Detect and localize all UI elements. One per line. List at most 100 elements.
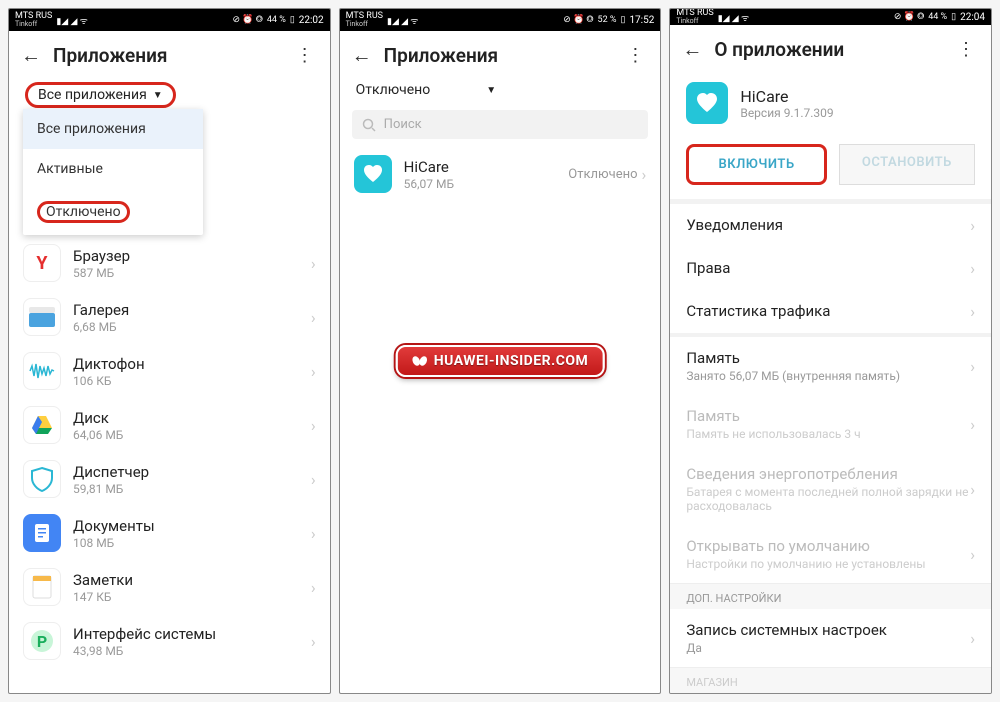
more-icon[interactable]: ⋮: [953, 39, 979, 60]
app-row[interactable]: Диспетчер59,81 МБ ›: [9, 452, 330, 506]
battery-icon: ▯: [620, 15, 625, 25]
status-right-icons: ⊘ ⏰ ⭗: [894, 12, 924, 22]
huawei-logo-icon: [412, 353, 428, 369]
filter-dropdown-trigger[interactable]: Отключено ▼: [340, 78, 661, 106]
svg-text:P: P: [37, 632, 47, 651]
screen-app-info: MTS RUS Tinkoff ▮◢ ◢ ᯤ ⊘ ⏰ ⭗ 44 % ▯ 22:0…: [669, 8, 992, 694]
status-right-icons: ⊘ ⏰ ⭗: [233, 15, 263, 25]
battery-pct: 52 %: [598, 15, 617, 25]
app-row[interactable]: Галерея6,68 МБ ›: [9, 290, 330, 344]
app-row[interactable]: Диктофон106 КБ ›: [9, 344, 330, 398]
chevron-right-icon: ›: [970, 415, 975, 434]
app-header: ← Приложения ⋮: [9, 31, 330, 78]
status-bar: MTS RUS Tinkoff ▮◢ ◢ ᯤ ⊘ ⏰ ⭗ 44 % ▯ 22:0…: [670, 9, 991, 25]
chevron-right-icon: ›: [970, 357, 975, 376]
action-buttons: ВКЛЮЧИТЬ ОСТАНОВИТЬ: [670, 134, 991, 199]
watermark: HUAWEI-INSIDER.COM: [396, 345, 605, 377]
chevron-right-icon: ›: [311, 470, 316, 489]
row-system-settings[interactable]: Запись системных настроекДа ›: [670, 609, 991, 667]
clock: 22:04: [960, 12, 985, 23]
filter-dropdown: Все приложения Активные Отключено: [23, 109, 203, 235]
page-title: Приложения: [53, 44, 280, 67]
chevron-right-icon: ›: [970, 216, 975, 235]
more-icon[interactable]: ⋮: [622, 45, 648, 66]
search-placeholder: Поиск: [384, 117, 422, 132]
back-icon[interactable]: ←: [21, 43, 41, 68]
drive-icon: [30, 414, 54, 436]
carrier-2: Tinkoff: [676, 18, 713, 25]
shield-icon: [30, 466, 54, 492]
back-icon[interactable]: ←: [682, 37, 702, 62]
status-bar: MTS RUS Tinkoff ▮◢ ◢ ᯤ ⊘ ⏰ ⭗ 52 % ▯ 17:5…: [340, 9, 661, 31]
screen-disabled-apps: MTS RUS Tinkoff ▮◢ ◢ ᯤ ⊘ ⏰ ⭗ 52 % ▯ 17:5…: [339, 8, 662, 694]
row-memory: ПамятьПамять не использовалась 3 ч ›: [670, 395, 991, 453]
dropdown-item-active[interactable]: Активные: [23, 149, 203, 189]
chevron-down-icon: ▼: [153, 90, 163, 101]
app-row[interactable]: P Интерфейс системы43,98 МБ ›: [9, 614, 330, 668]
battery-pct: 44 %: [267, 15, 286, 25]
note-icon: [31, 574, 53, 600]
app-name: HiCare: [740, 87, 833, 106]
chevron-right-icon: ›: [311, 254, 316, 273]
app-header: ← Приложения ⋮: [340, 31, 661, 78]
chevron-right-icon: ›: [970, 302, 975, 321]
app-header: ← О приложении ⋮: [670, 25, 991, 72]
page-title: О приложении: [714, 38, 941, 61]
filter-label: Отключено: [356, 82, 431, 98]
android-p-icon: P: [29, 628, 55, 654]
app-row[interactable]: Документы108 МБ ›: [9, 506, 330, 560]
stop-button[interactable]: ОСТАНОВИТЬ: [839, 144, 975, 185]
clock: 22:02: [299, 15, 324, 26]
battery-icon: ▯: [290, 15, 295, 25]
search-icon: [362, 118, 376, 132]
enable-button[interactable]: ВКЛЮЧИТЬ: [686, 144, 826, 185]
signal-icons: ▮◢ ◢ ᯤ: [56, 14, 87, 27]
screen-apps-list: MTS RUS Tinkoff ▮◢ ◢ ᯤ ⊘ ⏰ ⭗ 44 % ▯ 22:0…: [8, 8, 331, 694]
app-row[interactable]: Y Браузер587 МБ ›: [9, 236, 330, 290]
section-store: МАГАЗИН: [670, 667, 991, 693]
chevron-right-icon: ›: [311, 362, 316, 381]
chevron-right-icon: ›: [970, 629, 975, 648]
chevron-right-icon: ›: [311, 524, 316, 543]
battery-icon: ▯: [951, 12, 956, 22]
search-input[interactable]: Поиск: [352, 110, 649, 139]
chevron-down-icon: ▼: [486, 85, 496, 96]
battery-pct: 44 %: [928, 12, 947, 22]
section-extra: ДОП. НАСТРОЙКИ: [670, 583, 991, 609]
chevron-right-icon: ›: [642, 165, 647, 184]
app-info-header: HiCare Версия 9.1.7.309: [670, 72, 991, 134]
carrier-2: Tinkoff: [346, 21, 383, 28]
app-list: HiCare56,07 МБ Отключено ›: [340, 147, 661, 693]
chevron-right-icon: ›: [311, 632, 316, 651]
app-row[interactable]: Диск64,06 МБ ›: [9, 398, 330, 452]
chevron-right-icon: ›: [311, 416, 316, 435]
status-bar: MTS RUS Tinkoff ▮◢ ◢ ᯤ ⊘ ⏰ ⭗ 44 % ▯ 22:0…: [9, 9, 330, 31]
row-notifications[interactable]: Уведомления›: [670, 204, 991, 247]
row-power: Сведения энергопотребленияБатарея с моме…: [670, 453, 991, 525]
filter-label: Все приложения: [38, 87, 147, 103]
clock: 17:52: [629, 15, 654, 26]
app-row[interactable]: HiCare56,07 МБ Отключено ›: [340, 147, 661, 201]
row-traffic[interactable]: Статистика трафика›: [670, 290, 991, 333]
page-title: Приложения: [384, 44, 611, 67]
dropdown-item-disabled[interactable]: Отключено: [23, 189, 203, 235]
more-icon[interactable]: ⋮: [292, 45, 318, 66]
app-status: Отключено: [568, 167, 637, 182]
dropdown-item-all[interactable]: Все приложения: [23, 109, 203, 149]
app-version: Версия 9.1.7.309: [740, 106, 833, 120]
back-icon[interactable]: ←: [352, 43, 372, 68]
app-row[interactable]: Заметки147 КБ ›: [9, 560, 330, 614]
chevron-right-icon: ›: [311, 578, 316, 597]
chevron-right-icon: ›: [311, 308, 316, 327]
doc-icon: [32, 522, 52, 544]
gallery-icon: [29, 307, 55, 327]
row-storage[interactable]: ПамятьЗанято 56,07 МБ (внутренняя память…: [670, 337, 991, 395]
chevron-right-icon: ›: [970, 480, 975, 499]
row-permissions[interactable]: Права›: [670, 247, 991, 290]
hicare-icon: [361, 162, 385, 186]
signal-icons: ▮◢ ◢ ᯤ: [387, 14, 418, 27]
hicare-icon: [686, 82, 728, 124]
row-default: Открывать по умолчаниюНастройки по умолч…: [670, 525, 991, 583]
status-right-icons: ⊘ ⏰ ⭗: [563, 15, 593, 25]
chevron-right-icon: ›: [970, 545, 975, 564]
